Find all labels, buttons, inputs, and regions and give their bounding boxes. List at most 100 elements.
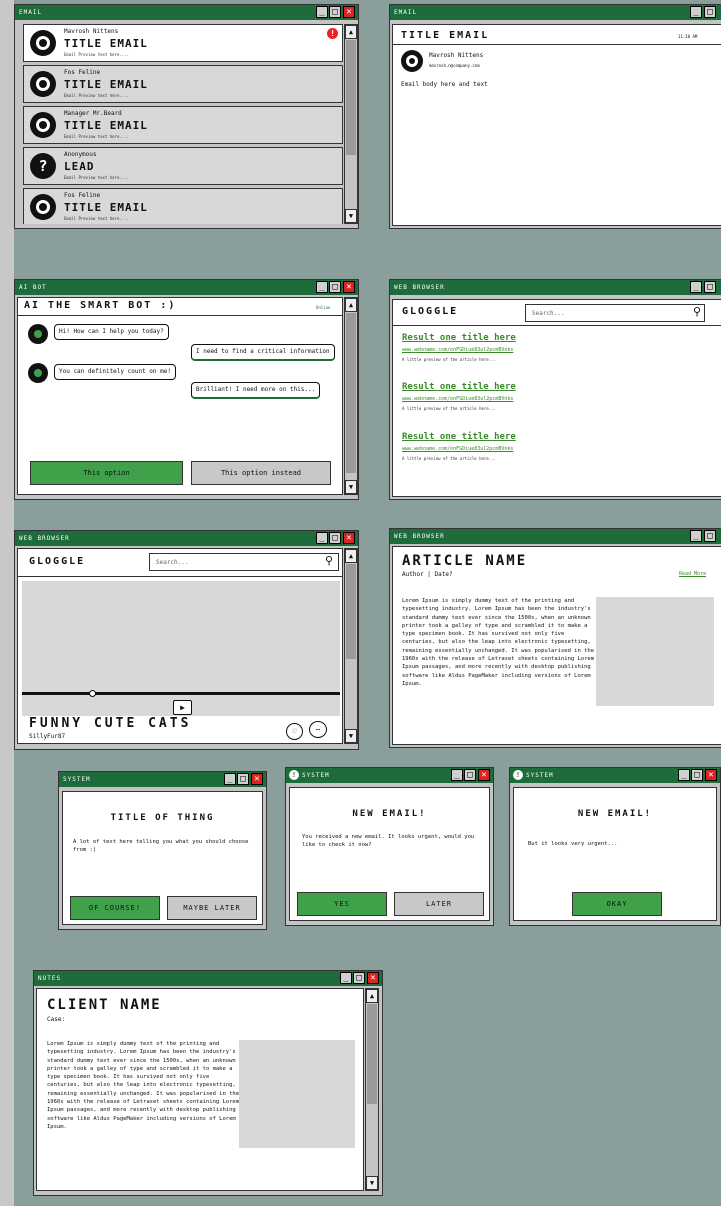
result-title-link[interactable]: Result one title here	[402, 333, 516, 343]
close-button[interactable]: ✕	[251, 773, 263, 785]
close-button[interactable]: ✕	[705, 769, 717, 781]
maximize-button[interactable]: □	[329, 6, 341, 18]
email-subject: LEAD	[64, 160, 95, 173]
comment-icon[interactable]: …	[309, 721, 327, 738]
scroll-thumb[interactable]	[346, 313, 356, 473]
search-browser-window: WEB BROWSER _ □ GLOGGLE Search... ⚲ Resu…	[389, 279, 721, 500]
bot-header: AI THE SMART BOT :)	[24, 300, 177, 311]
sender-name: Mavrosh Nittens	[429, 52, 484, 59]
maximize-button[interactable]: □	[691, 769, 703, 781]
yes-button[interactable]: YES	[297, 892, 387, 916]
alert-icon: !	[327, 28, 338, 39]
result-url[interactable]: www.webname.com/onFGDiue83ul2pcmBVnks	[402, 396, 513, 402]
email-item[interactable]: ? Anonymous LEAD Email Preview text here…	[23, 147, 343, 185]
minimize-button[interactable]: _	[678, 769, 690, 781]
email-item[interactable]: Fos Feline TITLE EMAIL Email Preview tex…	[23, 65, 343, 103]
scrollbar[interactable]: ▲ ▼	[365, 988, 379, 1191]
email-sender: Fos Feline	[64, 69, 101, 76]
maybe-later-button[interactable]: MAYBE LATER	[167, 896, 257, 920]
scroll-thumb[interactable]	[346, 40, 356, 155]
bot-avatar-icon	[28, 324, 48, 344]
maximize-button[interactable]: □	[353, 972, 365, 984]
scroll-down-button[interactable]: ▼	[345, 480, 357, 494]
maximize-button[interactable]: □	[329, 532, 341, 544]
close-button[interactable]: ✕	[478, 769, 490, 781]
dialog-title: TITLE OF THING	[110, 813, 215, 823]
minimize-button[interactable]: _	[224, 773, 236, 785]
uploader-name: SillyFur87	[29, 733, 66, 740]
scrollbar[interactable]: ▲ ▼	[344, 24, 358, 224]
minimize-button[interactable]: _	[340, 972, 352, 984]
email-item[interactable]: Manager Mr.Beard TITLE EMAIL Email Previ…	[23, 106, 343, 144]
dialog-body: NEW EMAIL! You received a new email. It …	[289, 787, 490, 921]
header-divider	[393, 44, 721, 45]
option-instead-button[interactable]: This option instead	[191, 461, 331, 485]
email-preview: Email Preview text here....	[64, 52, 130, 57]
maximize-button[interactable]: □	[704, 6, 716, 18]
email-item[interactable]: Fos Feline TITLE EMAIL Email Preview tex…	[23, 188, 343, 224]
scrollbar[interactable]: ▲ ▼	[344, 548, 358, 744]
minimize-button[interactable]: _	[690, 281, 702, 293]
maximize-button[interactable]: □	[464, 769, 476, 781]
search-icon[interactable]: ⚲	[325, 554, 333, 567]
search-input[interactable]: Search...	[525, 304, 705, 322]
email-view-window: EMAIL _ □ TITLE EMAIL 11:10 AM Mavrosh N…	[389, 4, 721, 229]
read-more-link[interactable]: Read More	[679, 571, 706, 577]
search-input[interactable]: Search...	[149, 553, 339, 571]
left-edge-strip	[0, 0, 14, 1206]
scroll-up-button[interactable]: ▲	[345, 549, 357, 563]
scroll-down-button[interactable]: ▼	[345, 729, 357, 743]
result-title-link[interactable]: Result one title here	[402, 382, 516, 392]
scroll-up-button[interactable]: ▲	[345, 25, 357, 39]
site-logo: GLOGGLE	[29, 556, 86, 567]
notes-image-placeholder	[239, 1040, 355, 1148]
result-url[interactable]: www.webname.com/onFGDiue83ul2pcmBVnks	[402, 446, 513, 452]
email-sender: Manager Mr.Beard	[64, 110, 122, 117]
minimize-button[interactable]: _	[690, 530, 702, 542]
scroll-thumb[interactable]	[367, 1004, 377, 1104]
scroll-down-button[interactable]: ▼	[366, 1176, 378, 1190]
notes-page: CLIENT NAME Case: Lorem Ipsum is simply …	[36, 988, 364, 1191]
maximize-button[interactable]: □	[704, 530, 716, 542]
video-progress-track[interactable]	[22, 692, 340, 695]
minimize-button[interactable]: _	[316, 6, 328, 18]
later-button[interactable]: LATER	[394, 892, 484, 916]
scroll-down-button[interactable]: ▼	[345, 209, 357, 223]
video-player[interactable]	[22, 581, 340, 716]
minimize-button[interactable]: _	[316, 281, 328, 293]
window-title: AI BOT	[15, 280, 358, 295]
video-progress-handle[interactable]	[89, 690, 96, 697]
chat-message-bot: Hi! How can I help you today?	[54, 324, 169, 340]
okay-button[interactable]: OKAY	[572, 892, 662, 916]
close-button[interactable]: ✕	[343, 532, 355, 544]
play-icon[interactable]: ▶	[173, 700, 192, 715]
video-title: FUNNY CUTE CATS	[29, 716, 192, 731]
email-item[interactable]: Mavrosh Nittens TITLE EMAIL Email Previe…	[23, 24, 343, 62]
minimize-button[interactable]: _	[690, 6, 702, 18]
search-icon[interactable]: ⚲	[693, 305, 701, 318]
option-button[interactable]: This option	[30, 461, 183, 485]
close-button[interactable]: ✕	[367, 972, 379, 984]
of-course-button[interactable]: OF COURSE!	[70, 896, 160, 920]
system-dialog: SYSTEM _ □ ✕ TITLE OF THING A lot of tex…	[58, 771, 267, 930]
scroll-up-button[interactable]: ▲	[366, 989, 378, 1003]
close-button[interactable]: ✕	[343, 281, 355, 293]
window-title: NOTES	[34, 971, 382, 986]
result-title-link[interactable]: Result one title here	[402, 432, 516, 442]
result-url[interactable]: www.webname.com/onFGDiue83ul2pcmBVnks	[402, 347, 513, 353]
minimize-button[interactable]: _	[451, 769, 463, 781]
maximize-button[interactable]: □	[329, 281, 341, 293]
dialog-title: NEW EMAIL!	[352, 809, 427, 819]
maximize-button[interactable]: □	[704, 281, 716, 293]
case-label: Case:	[47, 1016, 66, 1023]
chat-message-bot: You can definitely count on me!	[54, 364, 176, 380]
scroll-up-button[interactable]: ▲	[345, 298, 357, 312]
maximize-button[interactable]: □	[237, 773, 249, 785]
heart-icon[interactable]: ♡	[286, 723, 303, 740]
notes-body: Lorem Ipsum is simply dummy text of the …	[47, 1041, 240, 1130]
window-title: WEB BROWSER	[15, 531, 358, 546]
close-button[interactable]: ✕	[343, 6, 355, 18]
scroll-thumb[interactable]	[346, 564, 356, 659]
minimize-button[interactable]: _	[316, 532, 328, 544]
scrollbar[interactable]: ▲ ▼	[344, 297, 358, 495]
